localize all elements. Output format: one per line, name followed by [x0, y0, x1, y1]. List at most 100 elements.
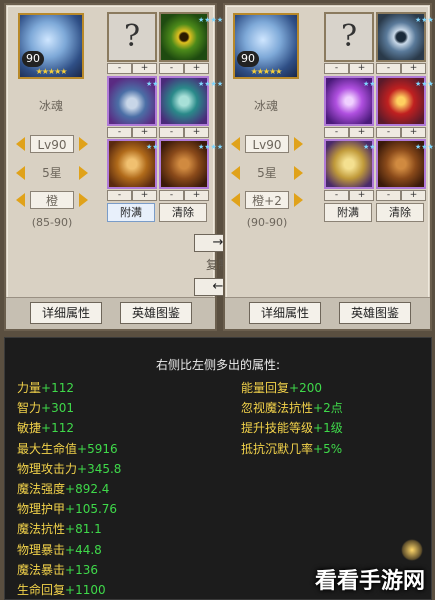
left-gear-slot-1-empty[interactable]: ? [107, 12, 157, 62]
right-gear-1-minus-button[interactable]: - [324, 63, 349, 74]
left-hero-portrait[interactable]: 90 ★★★★★ [18, 13, 84, 79]
right-gear-2-minus-button[interactable]: - [376, 63, 401, 74]
left-gear-3-plus-button[interactable]: + [132, 127, 157, 138]
left-gear-4-stars: ★★★★★ [198, 80, 230, 88]
right-gear-5-minus-button[interactable]: - [324, 190, 349, 201]
right-gear-slot-1-text: ? [340, 19, 358, 54]
attribute-value: +345.8 [77, 461, 122, 476]
right-gear-4-plus-button[interactable]: + [401, 127, 426, 138]
attribute-panel-title: 右侧比左侧多出的属性: [155, 358, 281, 372]
left-gear-1-minus-button[interactable]: - [107, 63, 132, 74]
left-gear-2-minus-button[interactable]: - [159, 63, 184, 74]
watermark-sun-icon [401, 539, 423, 561]
attribute-row: 魔法抗性+81.1 [17, 519, 121, 539]
attribute-name: 提升技能等级 [241, 421, 314, 436]
attribute-name: 魔法抗性 [17, 522, 66, 537]
right-gear-3-plus-button[interactable]: + [349, 127, 374, 138]
left-gear-5-plus-button[interactable]: + [132, 190, 157, 201]
left-gear-5-minus-button[interactable]: - [107, 190, 132, 201]
left-detail-attributes-button[interactable]: 详细属性 [30, 302, 102, 324]
left-star-decrease-arrow-icon[interactable] [16, 166, 25, 180]
left-hero-panel: 90 ★★★★★ 冰魂 Lv90 5星 橙 (85-90) ? - + ★★★★★… [4, 3, 230, 331]
left-star-increase-arrow-icon[interactable] [79, 166, 88, 180]
right-gear-4-minus-button[interactable]: - [376, 127, 401, 138]
attribute-name: 物理攻击力 [17, 461, 78, 476]
left-gear-1-plus-button[interactable]: + [132, 63, 157, 74]
left-gear-ring-icon[interactable]: ★★★★★ [159, 12, 230, 62]
left-gear-4-minus-button[interactable]: - [159, 127, 184, 138]
right-quality-increase-arrow-icon[interactable] [294, 193, 303, 207]
left-level-increase-arrow-icon[interactable] [79, 137, 88, 151]
left-gear-boots-icon[interactable]: ★★★★★ [159, 139, 230, 189]
right-gear-5-plus-button[interactable]: + [349, 190, 374, 201]
attribute-value: +105.76 [65, 502, 118, 517]
right-level-increase-arrow-icon[interactable] [294, 137, 303, 151]
left-gear-3-minus-button[interactable]: - [107, 127, 132, 138]
right-gear-2-plus-button[interactable]: + [401, 63, 426, 74]
left-quality-decrease-arrow-icon[interactable] [16, 193, 25, 207]
right-portrait-stars: ★★★★★ [250, 67, 283, 76]
left-gear-scroll-icon[interactable]: ★★★★★ [159, 76, 230, 126]
left-level-range: (85-90) [31, 216, 73, 229]
left-gear-6-plus-minus: - + [159, 190, 209, 201]
right-quality-decrease-arrow-icon[interactable] [231, 193, 240, 207]
left-gear-slot-1-text: ? [123, 19, 141, 54]
attribute-name: 最大生命值 [17, 441, 78, 456]
right-gear-6-plus-button[interactable]: + [401, 190, 426, 201]
right-gear-6-minus-button[interactable]: - [376, 190, 401, 201]
right-gear-armor-icon[interactable]: ★★★★★ [376, 76, 435, 126]
left-gear-6-plus-button[interactable]: + [184, 190, 209, 201]
left-clear-button[interactable]: 清除 [159, 203, 207, 222]
right-attach-all-button[interactable]: 附满 [324, 203, 372, 222]
left-gear-2-plus-button[interactable]: + [184, 63, 209, 74]
attribute-value: +1级 [313, 421, 343, 436]
right-gear-3-minus-button[interactable]: - [324, 127, 349, 138]
left-hero-atlas-button[interactable]: 英雄图鉴 [120, 302, 192, 324]
left-quality-increase-arrow-icon[interactable] [79, 193, 88, 207]
right-gear-slot-1-empty[interactable]: ? [324, 12, 374, 62]
left-gear-gauntlet-icon[interactable]: ★★★★★ [107, 139, 177, 189]
attribute-name: 生命回复 [17, 582, 66, 597]
right-clear-button[interactable]: 清除 [376, 203, 424, 222]
attribute-value: +136 [65, 562, 98, 577]
right-gear-boots-icon[interactable]: ★★★★★ [376, 139, 435, 189]
right-level-decrease-arrow-icon[interactable] [231, 137, 240, 151]
right-detail-attributes-button[interactable]: 详细属性 [249, 302, 321, 324]
right-level-stepper: Lv90 [231, 135, 303, 153]
attribute-name: 忽视魔法抗性 [241, 401, 314, 416]
right-hero-portrait[interactable]: 90 ★★★★★ [233, 13, 299, 79]
left-attach-all-button[interactable]: 附满 [107, 203, 155, 222]
left-gear-5-stars: ★★★★★ [146, 143, 177, 151]
left-gear-6-stars: ★★★★★ [198, 143, 230, 151]
right-gear-5-stars: ★★★★★ [363, 143, 394, 151]
left-gear-3-stars: ★★★★★ [146, 80, 177, 88]
left-gear-helmet-icon[interactable]: ★★★★★ [107, 76, 177, 126]
right-gear-bracer-icon[interactable]: ★★★★★ [376, 12, 435, 62]
right-hero-atlas-button[interactable]: 英雄图鉴 [339, 302, 411, 324]
right-star-decrease-arrow-icon[interactable] [231, 166, 240, 180]
right-gear-5-plus-minus: - + [324, 190, 374, 201]
attribute-value: +112 [41, 381, 74, 395]
left-star-value: 5星 [42, 166, 62, 180]
attribute-row: 智力+301 [17, 398, 121, 418]
left-gear-2-stars: ★★★★★ [198, 16, 230, 24]
attribute-value: +892.4 [65, 481, 110, 496]
right-gear-6-stars: ★★★★★ [415, 143, 435, 151]
right-gear-4-stars: ★★★★★ [415, 80, 435, 88]
left-gear-4-plus-minus: - + [159, 127, 209, 138]
left-level-decrease-arrow-icon[interactable] [16, 137, 25, 151]
left-gear-6-minus-button[interactable]: - [159, 190, 184, 201]
left-hero-name: 冰魂 [38, 99, 63, 113]
left-gear-4-plus-button[interactable]: + [184, 127, 209, 138]
attribute-row: 提升技能等级+1级 [241, 418, 343, 438]
attribute-value: +5% [313, 441, 343, 456]
right-star-stepper: 5星 [231, 164, 303, 182]
attribute-name: 智力 [17, 401, 42, 416]
right-hero-panel: 90 ★★★★★ 冰魂 Lv90 5星 橙+2 (90-90) ? - + ★★★… [223, 3, 435, 331]
right-gear-1-plus-button[interactable]: + [349, 63, 374, 74]
left-quality-value: 橙 [30, 191, 74, 209]
attribute-value: +112 [41, 421, 74, 436]
right-gear-book-icon[interactable]: ★★★★★ [324, 139, 394, 189]
right-gear-orb-icon[interactable]: ★★★★★ [324, 76, 394, 126]
right-star-increase-arrow-icon[interactable] [294, 166, 303, 180]
